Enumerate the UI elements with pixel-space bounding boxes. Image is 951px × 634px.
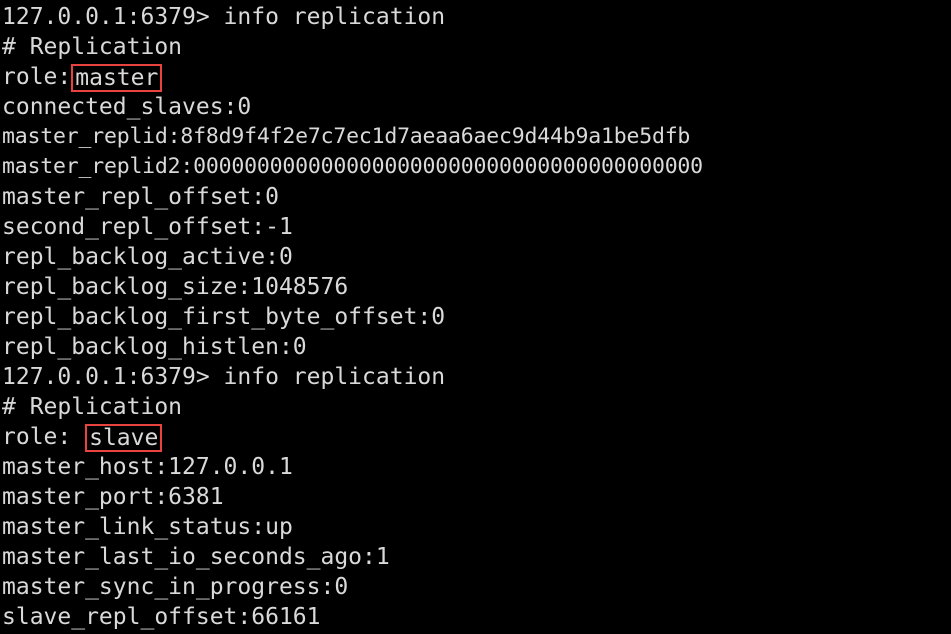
terminal-line-section-header-2: # Replication [2,394,183,420]
terminal-line-prompt-1: 127.0.0.1:6379> info replication [2,4,446,30]
highlight-box-master: master [71,64,163,92]
terminal-line-master-host: master_host:127.0.0.1 [2,454,293,480]
terminal-line-second-repl-offset: second_repl_offset:-1 [2,214,293,240]
highlight-box-slave: slave [85,424,163,452]
terminal-line-connected-slaves: connected_slaves:0 [2,94,252,120]
terminal-line-role-master-prefix: role: [2,64,72,90]
terminal-line-master-repl-offset: master_repl_offset:0 [2,184,279,210]
terminal-line-master-last-io-seconds-ago: master_last_io_seconds_ago:1 [2,544,390,570]
terminal-line-master-sync-in-progress: master_sync_in_progress:0 [2,574,349,600]
terminal-line-master-link-status: master_link_status:up [2,514,293,540]
terminal-line-role-master: role: master [2,62,951,92]
terminal-output-pane[interactable]: 127.0.0.1:6379> info replication # Replic… [0,0,951,634]
terminal-line-master-port: master_port:6381 [2,484,224,510]
terminal-line-prompt-2: 127.0.0.1:6379> info replication [2,364,446,390]
terminal-line-repl-backlog-first-byte-offset: repl_backlog_first_byte_offset:0 [2,304,446,330]
terminal-line-master-replid: master_replid:8f8d9f4f2e7c7ec1d7aeaa6aec… [2,124,691,149]
terminal-line-master-replid2: master_replid2:0000000000000000000000000… [2,154,703,179]
terminal-line-role-slave-prefix: role: [2,424,86,450]
terminal-line-section-header-1: # Replication [2,34,183,60]
terminal-line-role-slave: role: slave [2,422,951,452]
terminal-line-repl-backlog-active: repl_backlog_active:0 [2,244,293,270]
terminal-line-repl-backlog-histlen: repl_backlog_histlen:0 [2,334,307,360]
terminal-line-repl-backlog-size: repl_backlog_size:1048576 [2,274,349,300]
terminal-line-slave-repl-offset: slave_repl_offset:66161 [2,604,321,630]
